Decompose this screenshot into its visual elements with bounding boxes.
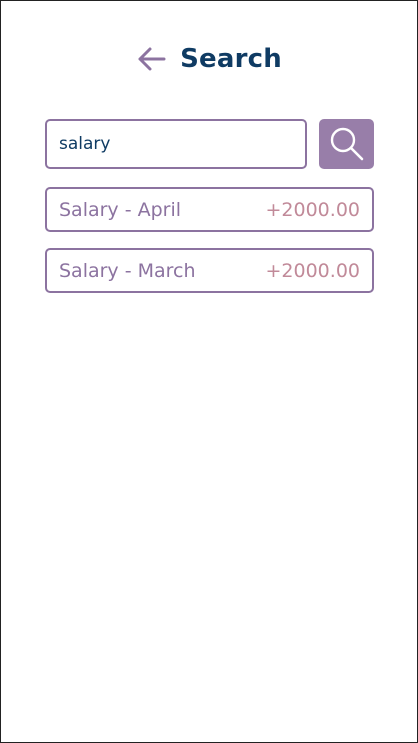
result-name: Salary - April [59,198,182,221]
header: Search [1,39,417,79]
result-amount: +2000.00 [265,198,361,221]
list-item[interactable]: Salary - April +2000.00 [45,187,374,232]
search-screen: Search Salary - April +2000.00 Salary - … [0,0,418,743]
arrow-left-icon [138,47,166,71]
result-amount: +2000.00 [265,259,361,282]
back-button[interactable] [136,45,166,73]
search-button[interactable] [319,119,374,169]
result-name: Salary - March [59,259,196,282]
search-icon [330,127,363,161]
list-item[interactable]: Salary - March +2000.00 [45,248,374,293]
results-list: Salary - April +2000.00 Salary - March +… [45,187,374,309]
search-bar [45,119,374,169]
search-input[interactable] [45,119,307,169]
page-title: Search [180,44,282,74]
